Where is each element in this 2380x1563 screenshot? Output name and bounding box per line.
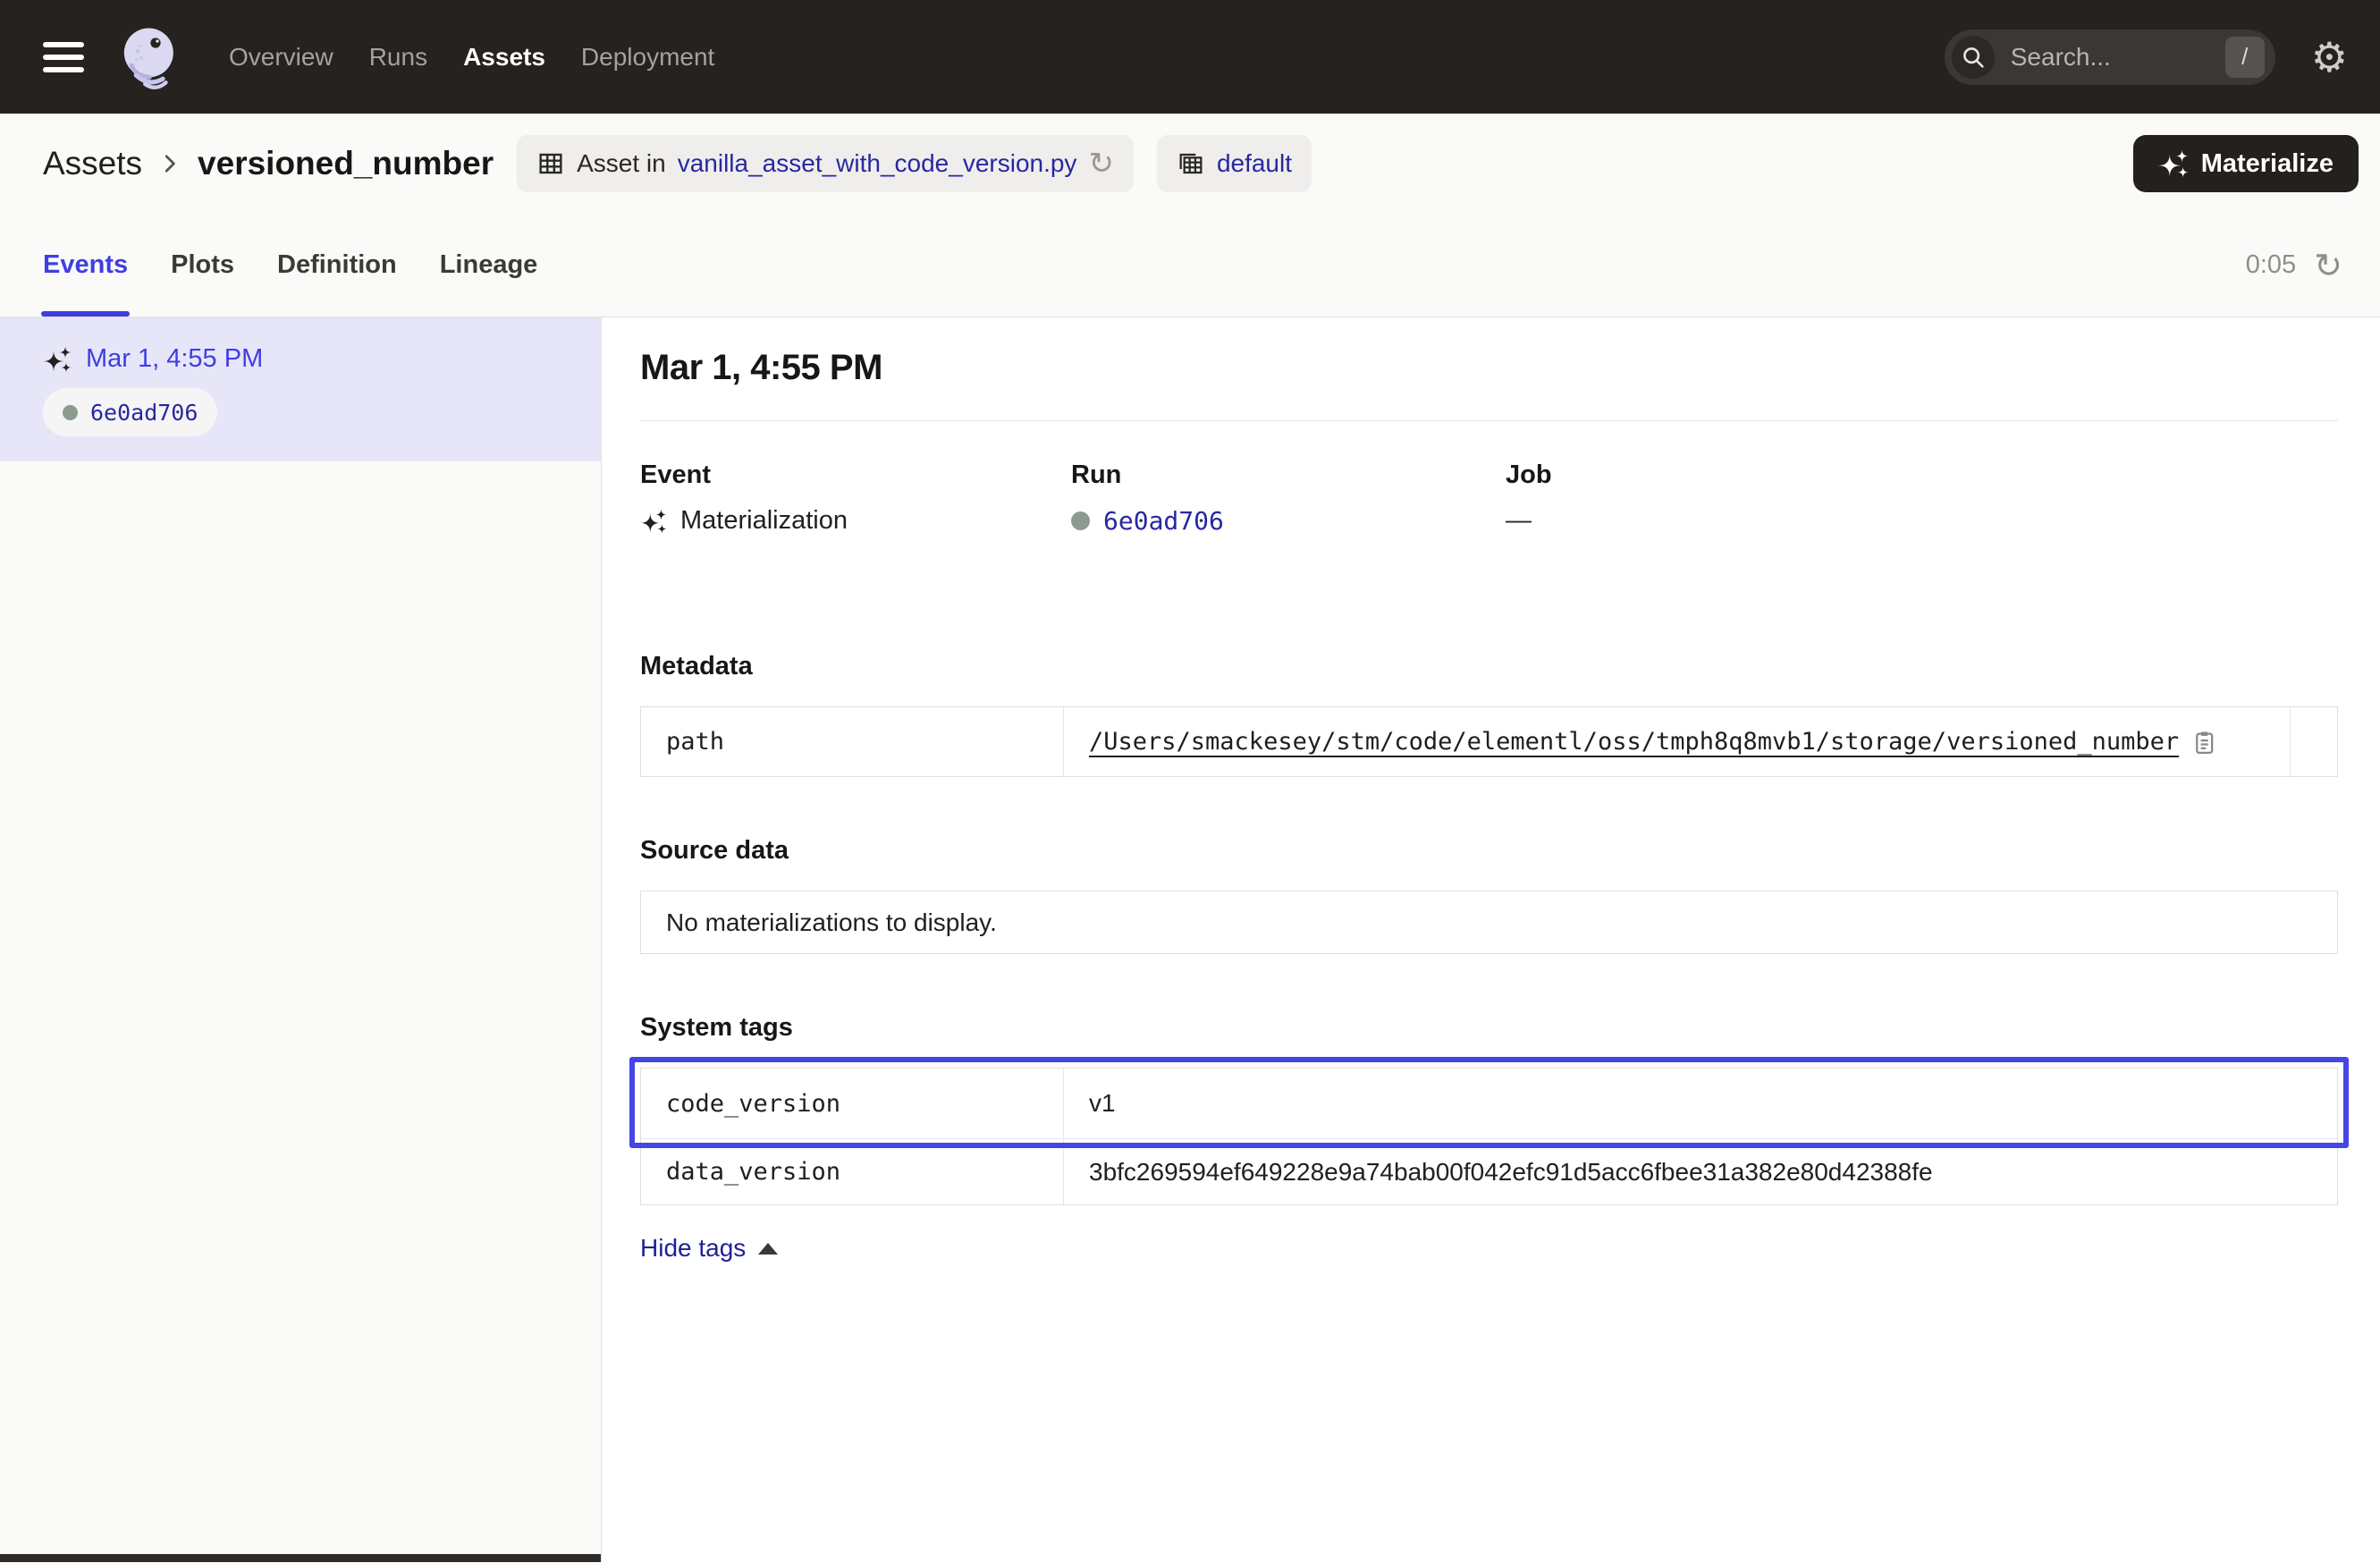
- event-column: Event Materialization: [640, 460, 1071, 536]
- table-end-cell: [2290, 707, 2337, 776]
- hide-tags-link[interactable]: Hide tags: [640, 1234, 778, 1263]
- event-column-label: Event: [640, 460, 1071, 490]
- metadata-table: path /Users/smackesey/stm/code/elementl/…: [640, 706, 2338, 777]
- page-header: Assets versioned_number Asset in vanilla…: [0, 114, 2380, 317]
- path-link[interactable]: /Users/smackesey/stm/code/elementl/oss/t…: [1089, 728, 2179, 756]
- table-row: data_version 3bfc269594ef649228e9a74bab0…: [641, 1138, 2337, 1204]
- run-column-label: Run: [1071, 460, 1506, 490]
- table-row: code_version v1: [641, 1069, 2337, 1138]
- job-empty-value: —: [1506, 506, 1532, 536]
- breadcrumb-assets-link[interactable]: Assets: [43, 145, 142, 182]
- metadata-key: path: [641, 707, 1064, 776]
- job-column: Job —: [1506, 460, 2338, 536]
- auto-refresh-timer: 0:05 ↻: [2246, 249, 2342, 283]
- sparkles-icon: [2158, 148, 2189, 179]
- event-detail-panel: Mar 1, 4:55 PM Event Materialization: [602, 317, 2380, 1562]
- system-tags-table-wrap: code_version v1 data_version 3bfc269594e…: [640, 1068, 2338, 1205]
- event-summary-columns: Event Materialization Run 6: [640, 460, 2338, 536]
- event-title: Mar 1, 4:55 PM: [640, 348, 2338, 388]
- reload-definition-icon[interactable]: ↻: [1088, 148, 1114, 179]
- run-column: Run 6e0ad706: [1071, 460, 1506, 536]
- tag-key: data_version: [641, 1139, 1064, 1204]
- event-type-value: Materialization: [680, 506, 848, 536]
- system-tags-table: code_version v1 data_version 3bfc269594e…: [640, 1068, 2338, 1205]
- nav-item-overview[interactable]: Overview: [229, 43, 333, 72]
- tag-value: v1: [1064, 1069, 2337, 1138]
- hide-tags-label: Hide tags: [640, 1234, 746, 1263]
- nav-item-deployment[interactable]: Deployment: [581, 43, 714, 72]
- tag-key: code_version: [641, 1069, 1064, 1138]
- nav-item-assets[interactable]: Assets: [463, 43, 545, 72]
- breadcrumb: Assets versioned_number Asset in vanilla…: [0, 114, 2380, 214]
- empty-message: No materializations to display.: [666, 908, 997, 937]
- asset-definition-badge: Asset in vanilla_asset_with_code_version…: [517, 135, 1134, 192]
- tab-plots[interactable]: Plots: [171, 214, 234, 317]
- copy-icon[interactable]: [2191, 729, 2218, 756]
- refresh-icon[interactable]: ↻: [2314, 249, 2342, 283]
- system-tags-heading: System tags: [640, 1013, 2338, 1043]
- chevron-right-icon: [156, 150, 183, 177]
- run-id-pill[interactable]: 6e0ad706: [43, 388, 217, 436]
- run-status-dot: [1071, 511, 1090, 530]
- repo-badge: default: [1157, 135, 1312, 192]
- divider: [640, 420, 2338, 421]
- tab-definition[interactable]: Definition: [277, 214, 397, 317]
- table-row: path /Users/smackesey/stm/code/elementl/…: [641, 707, 2337, 776]
- menu-icon[interactable]: [43, 42, 84, 72]
- primary-nav: Overview Runs Assets Deployment: [229, 43, 714, 72]
- materialization-sparkle-icon: [43, 345, 72, 374]
- search-input[interactable]: Search... /: [1945, 30, 2275, 85]
- materialization-sparkle-icon: [640, 508, 667, 535]
- source-data-empty: No materializations to display.: [640, 891, 2338, 954]
- run-id-link[interactable]: 6e0ad706: [1103, 506, 1224, 536]
- event-list-item[interactable]: Mar 1, 4:55 PM 6e0ad706: [0, 317, 601, 461]
- repo-grid-icon: [1177, 149, 1205, 178]
- asset-in-label: Asset in: [577, 149, 666, 178]
- caret-up-icon: [758, 1243, 778, 1255]
- dagster-logo-icon[interactable]: [114, 21, 186, 93]
- refresh-countdown: 0:05: [2246, 250, 2296, 280]
- search-icon: [1952, 36, 1995, 79]
- search-placeholder: Search...: [2011, 43, 2209, 72]
- tab-bar: Events Plots Definition Lineage 0:05 ↻: [0, 214, 2380, 317]
- table-grid-icon: [536, 149, 565, 178]
- source-data-heading: Source data: [640, 836, 2338, 866]
- repo-default-link[interactable]: default: [1217, 149, 1292, 178]
- gear-icon[interactable]: ⚙: [2311, 37, 2348, 78]
- metadata-heading: Metadata: [640, 652, 2338, 681]
- run-id: 6e0ad706: [90, 400, 198, 426]
- nav-item-runs[interactable]: Runs: [369, 43, 427, 72]
- event-timestamp-link[interactable]: Mar 1, 4:55 PM: [86, 344, 263, 374]
- page-title: versioned_number: [198, 145, 494, 182]
- job-column-label: Job: [1506, 460, 2338, 490]
- tag-value: 3bfc269594ef649228e9a74bab00f042efc91d5a…: [1064, 1139, 2337, 1204]
- materialize-label: Materialize: [2201, 149, 2334, 179]
- tab-lineage[interactable]: Lineage: [440, 214, 538, 317]
- asset-file-link[interactable]: vanilla_asset_with_code_version.py: [678, 149, 1077, 178]
- tab-events[interactable]: Events: [43, 214, 128, 317]
- materialize-button[interactable]: Materialize: [2133, 135, 2359, 192]
- run-status-dot: [63, 405, 78, 420]
- search-shortcut-key: /: [2225, 37, 2265, 78]
- top-nav: Overview Runs Assets Deployment Search..…: [0, 0, 2380, 114]
- events-sidebar: Mar 1, 4:55 PM 6e0ad706: [0, 317, 602, 1562]
